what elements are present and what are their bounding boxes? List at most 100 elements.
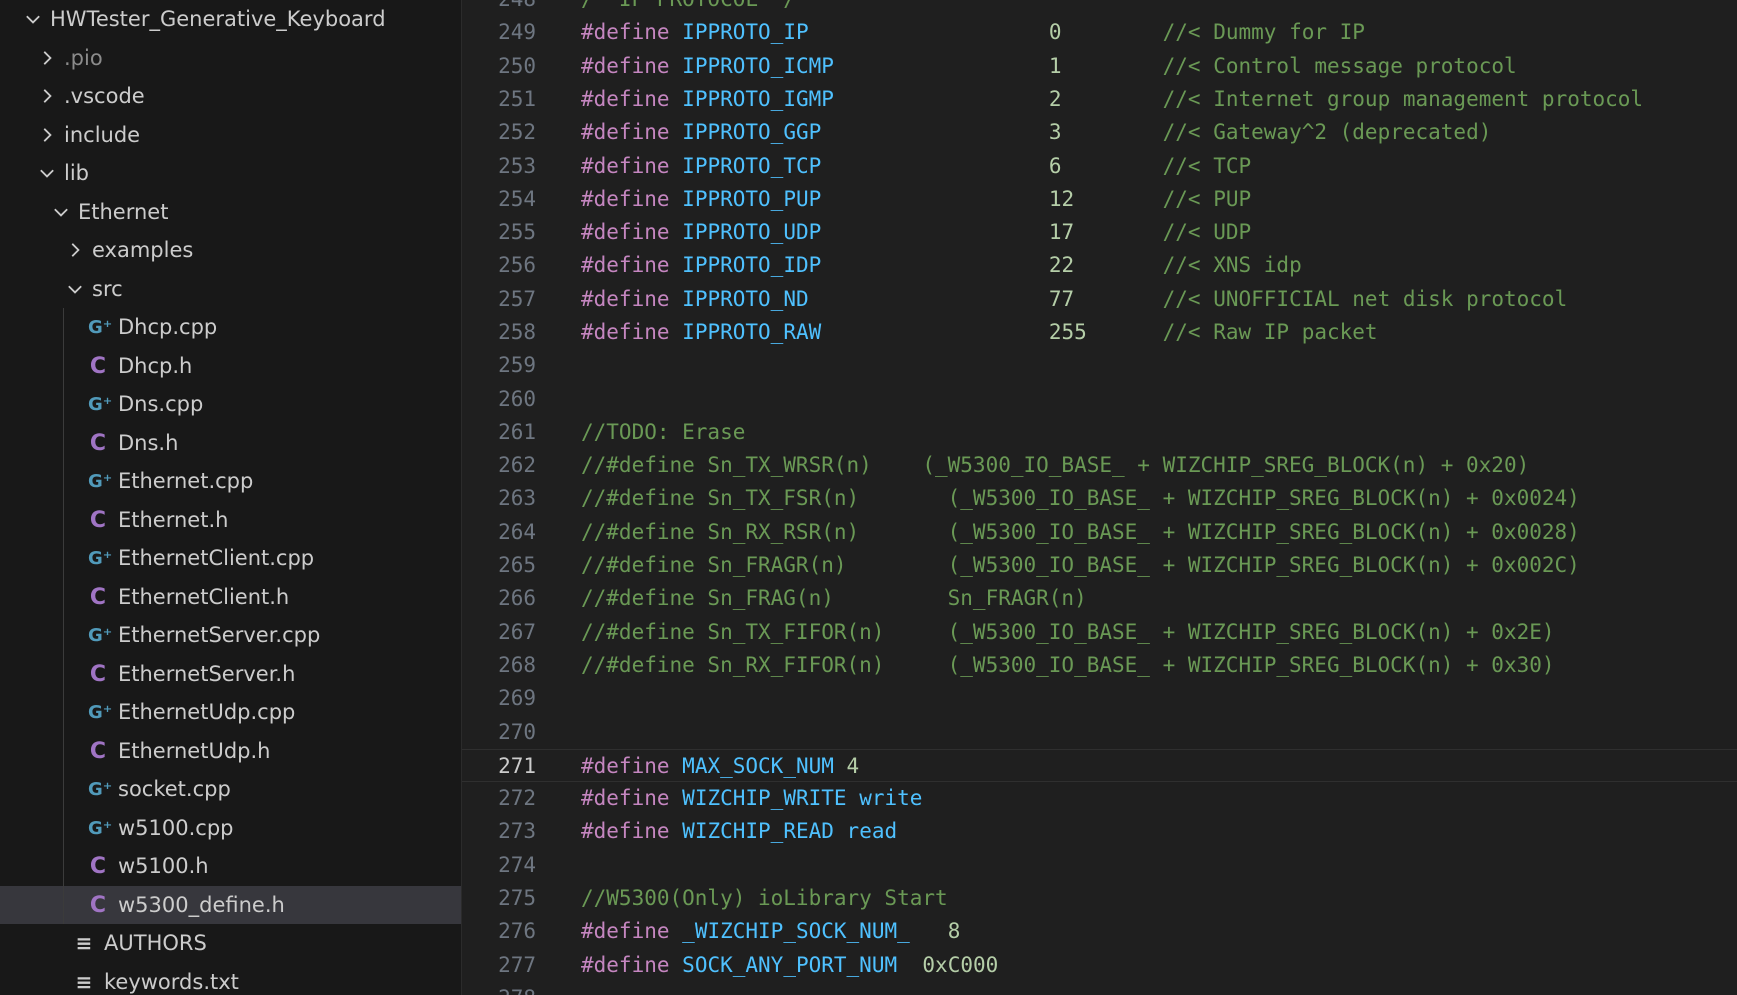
explorer-item-include[interactable]: include [0, 116, 461, 154]
explorer-item-ethernet-h[interactable]: C Ethernet.h [0, 501, 461, 539]
explorer-item-label: EthernetClient.cpp [118, 546, 315, 570]
code-line[interactable]: 278 [462, 982, 1737, 995]
code-line[interactable]: 260 [462, 383, 1737, 416]
code-line[interactable]: 257 #define IPPROTO_ND 77 //< UNOFFICIAL … [462, 283, 1737, 316]
code-token: 0 [1048, 20, 1062, 44]
explorer-item-w5300-define-h[interactable]: Cw5300_define.h [0, 886, 461, 924]
code-token: //#define Sn_TX_WRSR(n) (_W5300_IO_BASE_… [581, 453, 1530, 477]
code-token: //< UDP [1162, 220, 1252, 244]
code-text: //W5300(Only) ioLibrary Start [581, 882, 948, 915]
chevron-down-icon[interactable] [50, 201, 72, 223]
line-number: 278 [462, 982, 536, 995]
line-number: 277 [498, 953, 536, 977]
explorer-item-dns-h[interactable]: C Dns.h [0, 424, 461, 462]
code-token: #define [581, 120, 670, 144]
explorer-item-socket-cpp[interactable]: G⁺ socket.cpp [0, 770, 461, 808]
explorer-item-ethernetudp-cpp[interactable]: G⁺ EthernetUdp.cpp [0, 693, 461, 731]
explorer-item-lib[interactable]: lib [0, 154, 461, 192]
chevron-down-icon[interactable] [36, 162, 58, 184]
explorer-item-label: HWTester_Generative_Keyboard [50, 7, 386, 31]
explorer-item-examples[interactable]: examples [0, 231, 461, 269]
code-line[interactable]: 262 //#define Sn_TX_WRSR(n) (_W5300_IO_BA… [462, 449, 1737, 482]
explorer-item-keywords-txt[interactable]: ≡ keywords.txt [0, 963, 461, 995]
explorer-item-vscode[interactable]: .vscode [0, 77, 461, 115]
chevron-down-icon[interactable] [64, 278, 86, 300]
code-line[interactable]: 268 //#define Sn_RX_FIFOR(n) (_W5300_IO_B… [462, 649, 1737, 682]
line-number: 251 [498, 87, 536, 111]
code-line[interactable]: 256 #define IPPROTO_IDP 22 //< XNS idp [462, 249, 1737, 282]
code-token: //< Gateway^2 (deprecated) [1162, 120, 1492, 144]
code-text: #define IPPROTO_RAW 255 //< Raw IP packe… [581, 316, 1378, 349]
code-line[interactable]: 276 #define _WIZCHIP_SOCK_NUM_ 8 [462, 915, 1737, 948]
code-line[interactable]: 253 #define IPPROTO_TCP 6 //< TCP [462, 150, 1737, 183]
code-text: //#define Sn_TX_FSR(n) (_W5300_IO_BASE_ … [581, 482, 1580, 515]
explorer-item-ethernetserver-cpp[interactable]: G⁺ EthernetServer.cpp [0, 616, 461, 654]
code-token: 3 [1048, 120, 1062, 144]
code-line[interactable]: 258 #define IPPROTO_RAW 255 //< Raw IP pa… [462, 316, 1737, 349]
chevron-right-icon[interactable] [36, 124, 58, 146]
chevron-right-icon[interactable] [64, 239, 86, 261]
code-line[interactable]: 266 //#define Sn_FRAG(n) Sn_FRAGR(n) [462, 582, 1737, 615]
code-line[interactable]: 261 //TODO: Erase [462, 416, 1737, 449]
code-line[interactable]: 249 #define IPPROTO_IP 0 //< Dummy for IP [462, 16, 1737, 49]
code-line[interactable]: 269 [462, 682, 1737, 715]
explorer-item-dns-cpp[interactable]: G⁺ Dns.cpp [0, 385, 461, 423]
code-text: #define IPPROTO_ND 77 //< UNOFFICIAL net… [581, 283, 1567, 316]
explorer-item-dhcp-h[interactable]: C Dhcp.h [0, 347, 461, 385]
explorer-item-ethernetserver-h[interactable]: C EthernetServer.h [0, 655, 461, 693]
code-line[interactable]: 275 //W5300(Only) ioLibrary Start [462, 882, 1737, 915]
chevron-down-icon[interactable] [22, 8, 44, 30]
chevron-right-icon[interactable] [36, 85, 58, 107]
explorer-item-w5100-h[interactable]: Cw5100.h [0, 847, 461, 885]
code-line[interactable]: 248 /* IP PROTOCOL */ [462, 0, 1737, 16]
code-line[interactable]: 273 #define WIZCHIP_READ read [462, 815, 1737, 848]
explorer-item-pio[interactable]: .pio [0, 39, 461, 77]
line-number: 250 [498, 54, 536, 78]
code-line[interactable]: 267 //#define Sn_TX_FIFOR(n) (_W5300_IO_B… [462, 616, 1737, 649]
explorer-item-hwtester-generative-keyboard[interactable]: HWTester_Generative_Keyboard [0, 0, 461, 38]
code-line[interactable]: 255 #define IPPROTO_UDP 17 //< UDP [462, 216, 1737, 249]
cpp-file-icon: G⁺ [88, 624, 113, 646]
chevron-right-icon[interactable] [36, 47, 58, 69]
code-token: IPPROTO_UDP [682, 220, 822, 244]
line-number: 275 [498, 886, 536, 910]
code-line[interactable]: 259 [462, 349, 1737, 382]
code-editor[interactable]: 248/* IP PROTOCOL */249#define IPPROTO_I… [462, 0, 1737, 995]
code-line[interactable]: 263 //#define Sn_TX_FSR(n) (_W5300_IO_BAS… [462, 482, 1737, 515]
code-line[interactable]: 254 #define IPPROTO_PUP 12 //< PUP [462, 183, 1737, 216]
code-line[interactable]: 270 [462, 716, 1737, 749]
explorer-item-ethernet[interactable]: Ethernet [0, 193, 461, 231]
line-number: 255 [498, 220, 536, 244]
code-line[interactable]: 272 #define WIZCHIP_WRITE write [462, 782, 1737, 815]
code-token: 4 [846, 754, 860, 778]
code-line[interactable]: 251 #define IPPROTO_IGMP 2 //< Internet g… [462, 83, 1737, 116]
code-token: 8 [947, 919, 961, 943]
code-token: #define [581, 253, 670, 277]
code-line[interactable]: 264 //#define Sn_RX_RSR(n) (_W5300_IO_BAS… [462, 516, 1737, 549]
explorer-item-label: lib [64, 161, 89, 185]
code-line[interactable]: 274 [462, 849, 1737, 882]
code-line[interactable]: 250 #define IPPROTO_ICMP 1 //< Control me… [462, 50, 1737, 83]
text-file-icon: ≡ [75, 970, 93, 994]
code-line[interactable]: 277 #define SOCK_ANY_PORT_NUM 0xC000 [462, 949, 1737, 982]
explorer-item-authors[interactable]: ≡ AUTHORS [0, 924, 461, 962]
explorer-item-dhcp-cpp[interactable]: G⁺ Dhcp.cpp [0, 308, 461, 346]
explorer-item-label: .vscode [64, 84, 145, 108]
code-line[interactable]: 252 #define IPPROTO_GGP 3 //< Gateway^2 (… [462, 116, 1737, 149]
line-number: 271 [498, 754, 536, 778]
explorer-item-src[interactable]: src [0, 270, 461, 308]
explorer-item-ethernet-cpp[interactable]: G⁺ Ethernet.cpp [0, 462, 461, 500]
explorer-item-ethernetudp-h[interactable]: C EthernetUdp.h [0, 732, 461, 770]
code-token: #define [581, 87, 670, 111]
code-token: IPPROTO_IGMP [682, 87, 834, 111]
code-line[interactable]: 271 #define MAX_SOCK_NUM 4 [462, 749, 1737, 782]
code-text: //#define Sn_TX_FIFOR(n) (_W5300_IO_BASE… [581, 616, 1555, 649]
line-number: 274 [498, 853, 536, 877]
explorer-item-w5100-cpp[interactable]: G⁺ w5100.cpp [0, 809, 461, 847]
code-line[interactable]: 265 //#define Sn_FRAGR(n) (_W5300_IO_BASE… [462, 549, 1737, 582]
explorer-item-ethernetclient-h[interactable]: C EthernetClient.h [0, 578, 461, 616]
explorer-item-ethernetclient-cpp[interactable]: G⁺ EthernetClient.cpp [0, 539, 461, 577]
